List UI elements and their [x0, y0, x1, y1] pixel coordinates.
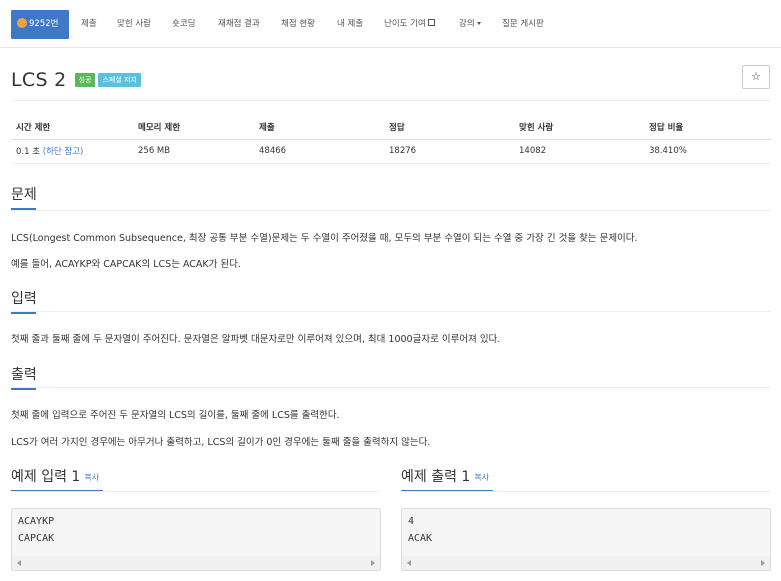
horizontal-scrollbar[interactable] — [12, 556, 380, 570]
problem-info-table: 시간 제한 메모리 제한 제출 정답 맞힌 사람 정답 비율 0.1 초 (하단… — [11, 115, 771, 164]
header-solved-users: 맞힌 사람 — [514, 115, 644, 140]
nav-tab-short-coding[interactable]: 숏코딩 — [166, 10, 201, 39]
problem-title: LCS 2 — [11, 69, 67, 91]
section-divider — [401, 491, 771, 492]
output-description-2: LCS가 여러 가지인 경우에는 아무거나 출력하고, LCS의 길이가 0인 … — [11, 437, 431, 448]
sample-input-box: ACAYKP CAPCAK — [11, 508, 381, 571]
value-submissions: 48466 — [254, 139, 384, 164]
section-title-output: 출력 — [11, 364, 37, 390]
copy-output-button[interactable]: 복사 — [474, 473, 489, 482]
copy-input-button[interactable]: 복사 — [84, 473, 99, 482]
scroll-left-arrow-icon[interactable] — [407, 560, 411, 566]
section-underline — [11, 312, 36, 314]
nav-tab-rejudge[interactable]: 재채점 결과 — [212, 10, 266, 39]
external-link-icon — [427, 19, 435, 26]
special-judge-badge: 스페셜 저지 — [98, 73, 141, 87]
scroll-left-arrow-icon[interactable] — [17, 560, 21, 566]
problem-nav: 9252번 제출 맞힌 사람 숏코딩 재채점 결과 채점 현황 내 제출 난이도… — [0, 0, 781, 48]
sample-input-title: 예제 입력 1 복사 — [11, 466, 103, 492]
section-title-problem-text: 문제 — [11, 187, 37, 203]
section-divider — [11, 491, 381, 492]
time-limit-text: 0.1 초 — [16, 147, 41, 157]
nav-tab-submit[interactable]: 제출 — [75, 10, 103, 39]
header-accept-ratio: 정답 비율 — [644, 115, 771, 140]
section-divider — [11, 210, 771, 211]
nav-tab-solved-users[interactable]: 맞힌 사람 — [111, 10, 157, 39]
info-value-row: 0.1 초 (하단 참고) 256 MB 48466 18276 14082 3… — [11, 139, 771, 164]
info-header-row: 시간 제한 메모리 제한 제출 정답 맞힌 사람 정답 비율 — [11, 115, 771, 140]
sample-output-line: 4 — [408, 516, 415, 527]
sample-output-title-text: 예제 출력 1 — [401, 469, 471, 485]
star-icon: ☆ — [751, 70, 761, 83]
section-title-problem: 문제 — [11, 184, 37, 210]
section-divider — [11, 387, 771, 388]
status-badge-success: 성공 — [74, 73, 96, 87]
sample-input-title-text: 예제 입력 1 — [11, 469, 81, 485]
section-title-output-text: 출력 — [11, 367, 37, 383]
value-memory-limit: 256 MB — [133, 139, 254, 164]
scroll-right-arrow-icon[interactable] — [371, 560, 375, 566]
header-accepted: 정답 — [384, 115, 514, 140]
nav-tab-difficulty[interactable]: 난이도 기여 — [378, 10, 441, 39]
favorite-star-button[interactable]: ☆ — [742, 65, 770, 89]
tier-badge-icon — [17, 17, 27, 28]
value-accept-ratio: 38.410% — [644, 139, 771, 164]
scroll-right-arrow-icon[interactable] — [761, 560, 765, 566]
sample-output-title: 예제 출력 1 복사 — [401, 466, 493, 492]
sample-output-line: ACAK — [408, 533, 433, 544]
section-underline — [11, 388, 36, 390]
caret-down-icon — [476, 22, 481, 25]
problem-description-2: 예를 들어, ACAYKP와 CAPCAK의 LCS는 ACAK가 된다. — [11, 259, 241, 270]
nav-tab-problem[interactable]: 9252번 — [11, 10, 69, 39]
problem-description-1: LCS(Longest Common Subsequence, 최장 공통 부분… — [11, 233, 638, 244]
output-description-1: 첫째 줄에 입력으로 주어진 두 문자열의 LCS의 길이를, 둘째 줄에 LC… — [11, 410, 340, 421]
header-submissions: 제출 — [254, 115, 384, 140]
nav-tab-questions[interactable]: 질문 게시판 — [496, 10, 550, 39]
nav-tab-lectures[interactable]: 강의 — [453, 10, 487, 39]
sample-output-box: 4 ACAK — [401, 508, 771, 571]
sample-input-line: CAPCAK — [18, 533, 55, 544]
header-time-limit: 시간 제한 — [11, 115, 133, 140]
section-title-input-text: 입력 — [11, 291, 37, 307]
input-description: 첫째 줄과 둘째 줄에 두 문자열이 주어진다. 문자열은 알파벳 대문자로만 … — [11, 334, 501, 345]
value-time-limit: 0.1 초 (하단 참고) — [11, 139, 133, 164]
time-hint-link[interactable]: (하단 참고) — [43, 147, 84, 157]
value-solved-users: 14082 — [514, 139, 644, 164]
nav-tab-difficulty-label: 난이도 기여 — [384, 19, 426, 29]
nav-tab-status[interactable]: 채점 현황 — [275, 10, 321, 39]
problem-title-row: LCS 2 성공 스페셜 저지 — [11, 66, 141, 94]
nav-tab-my-submissions[interactable]: 내 제출 — [331, 10, 369, 39]
sample-input-line: ACAYKP — [18, 516, 55, 527]
title-divider — [11, 100, 771, 101]
nav-tab-lectures-label: 강의 — [459, 19, 475, 29]
header-memory-limit: 메모리 제한 — [133, 115, 254, 140]
value-accepted: 18276 — [384, 139, 514, 164]
section-title-input: 입력 — [11, 288, 37, 314]
section-divider — [11, 311, 771, 312]
nav-tab-problem-label: 9252번 — [29, 19, 59, 29]
horizontal-scrollbar[interactable] — [402, 556, 770, 570]
